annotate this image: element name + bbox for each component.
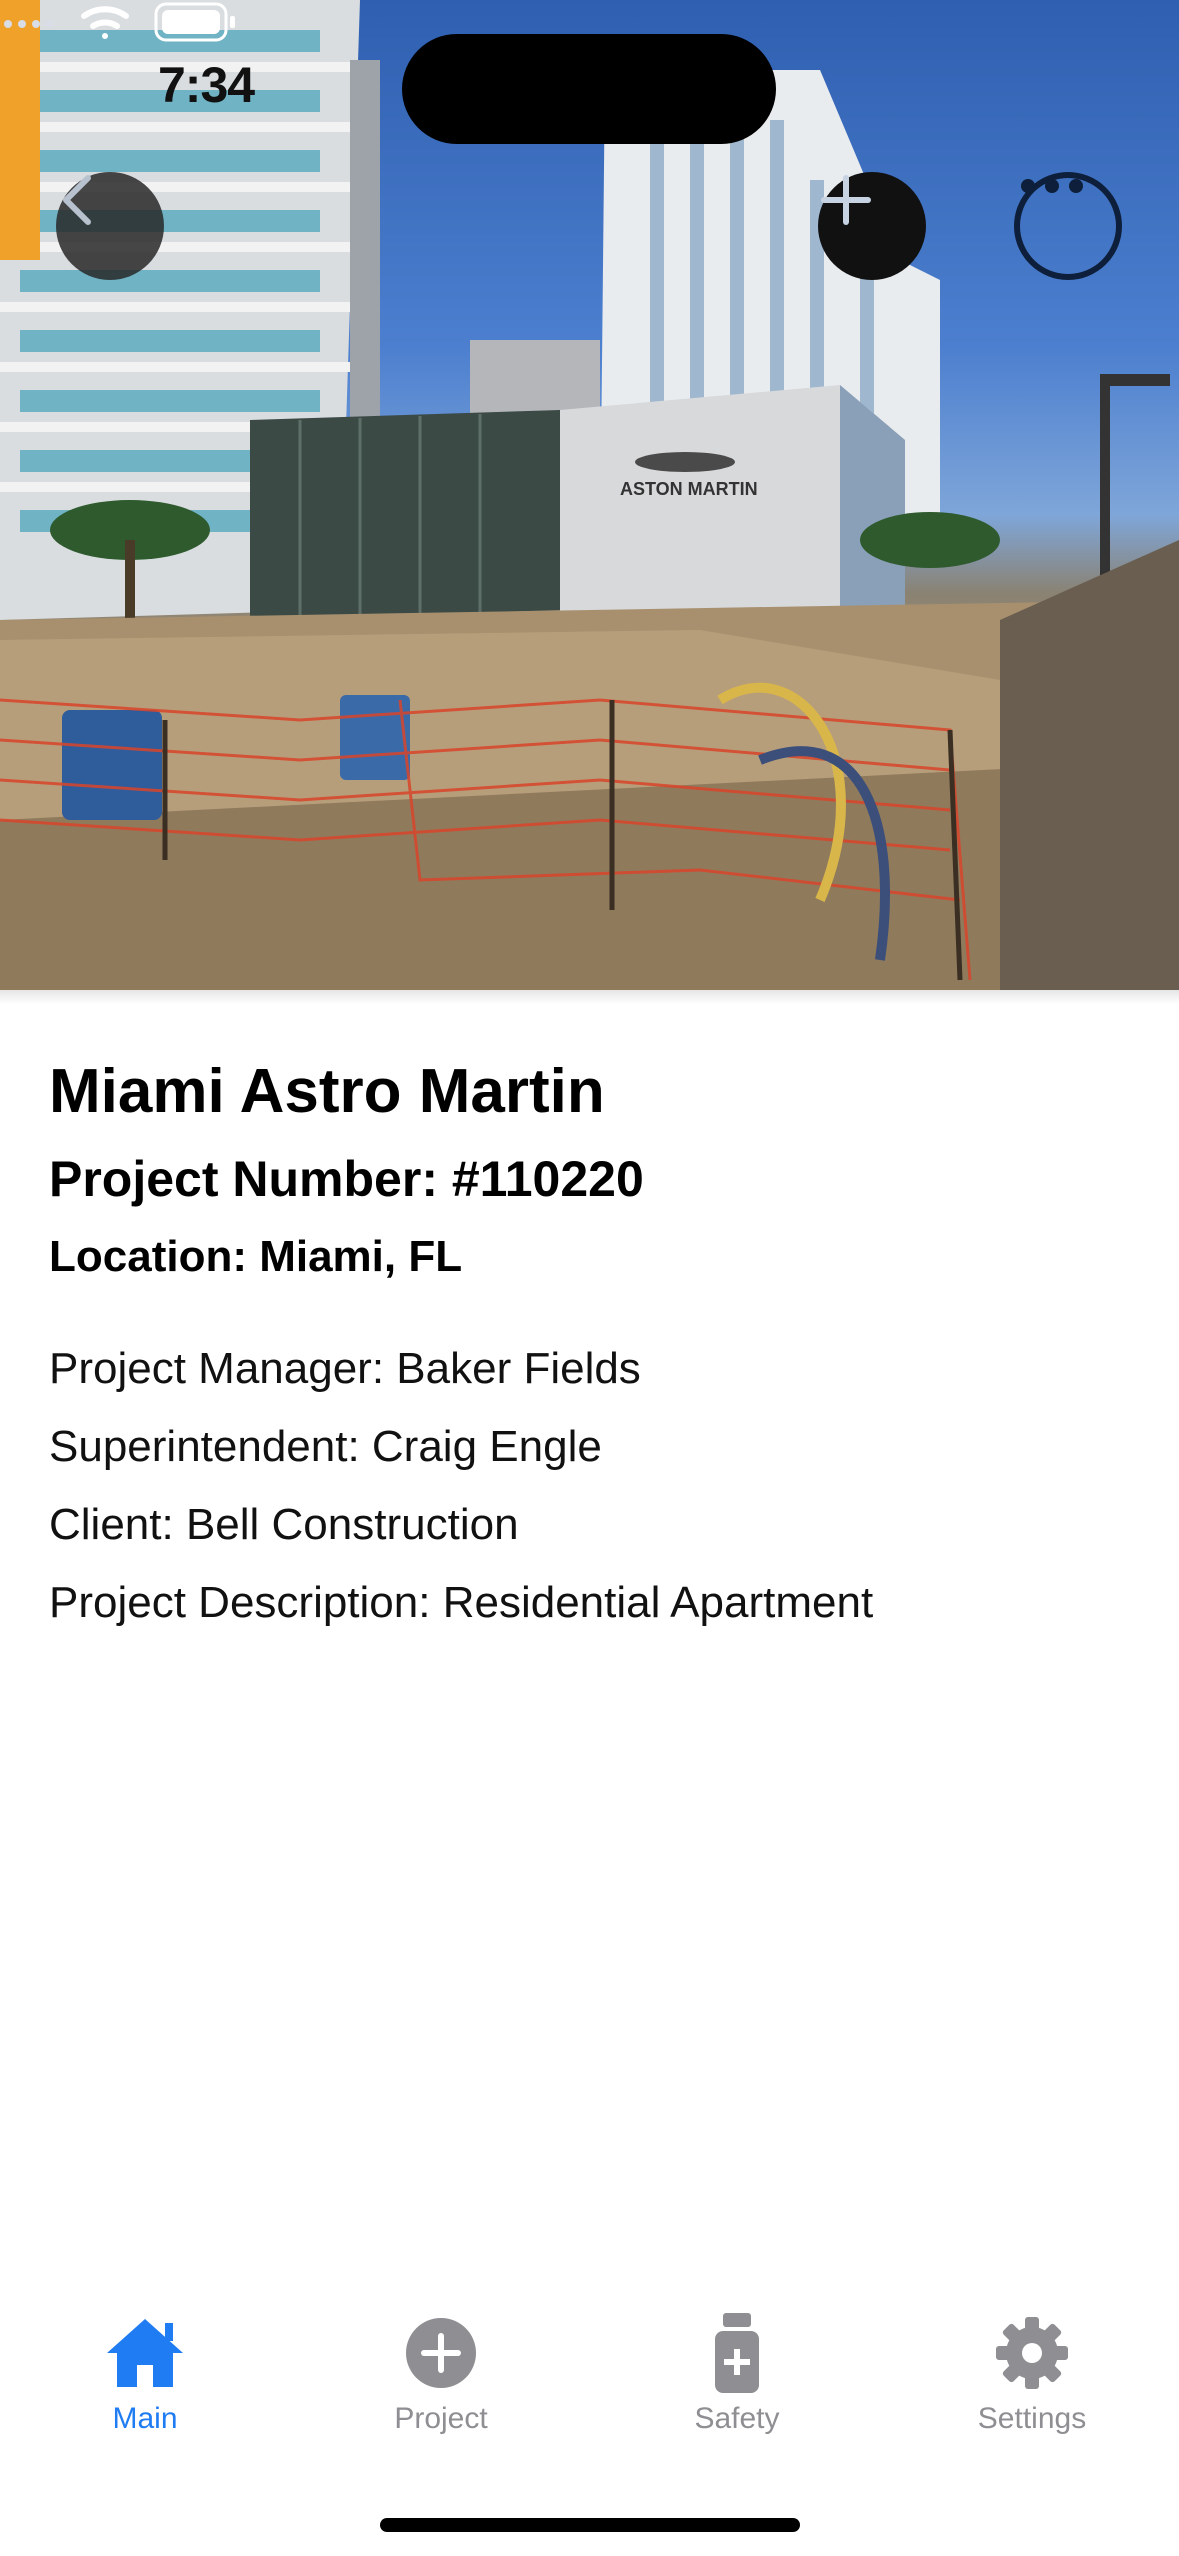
house-icon — [107, 2319, 183, 2387]
project-details: Miami Astro Martin Project Number: #1102… — [49, 1050, 1149, 1642]
project-location: Location: Miami, FL — [49, 1232, 463, 1281]
tab-settings-label: Settings — [977, 2402, 1087, 2435]
medicine-bottle-icon — [715, 2313, 759, 2393]
project-number: Project Number: #110220 — [49, 1151, 644, 1207]
signal-icon — [4, 20, 54, 28]
tab-project[interactable]: Project — [341, 2310, 541, 2460]
gear-icon — [996, 2317, 1068, 2389]
tab-safety[interactable]: Safety — [637, 2310, 837, 2460]
tab-main-label: Main — [112, 2402, 178, 2435]
plus-icon — [821, 175, 871, 225]
project-description: Project Description: Residential Apartme… — [49, 1578, 874, 1627]
plus-circle-icon — [406, 2318, 476, 2388]
add-button[interactable] — [818, 172, 926, 280]
back-button[interactable] — [56, 172, 164, 280]
construction-scene: ASTON MARTIN — [0, 0, 1179, 990]
dynamic-island — [402, 34, 776, 144]
battery-icon — [154, 2, 235, 42]
wifi-icon — [81, 6, 129, 39]
tab-main[interactable]: Main — [45, 2310, 245, 2460]
project-hero-photo: ASTON MARTIN 7:34 — [0, 0, 1179, 990]
project-info-list: Project Manager: Baker Fields Superinten… — [49, 1330, 1149, 1642]
tab-settings[interactable]: Settings — [932, 2310, 1132, 2460]
sign-text: ASTON MARTIN — [620, 479, 758, 499]
tab-project-label: Project — [394, 2402, 488, 2435]
home-indicator[interactable] — [380, 2518, 800, 2532]
status-time: 7:34 — [158, 57, 255, 113]
more-options-button[interactable] — [1014, 172, 1122, 280]
status-icons — [4, 2, 235, 42]
project-manager: Project Manager: Baker Fields — [49, 1344, 641, 1393]
ellipsis-icon — [1021, 179, 1083, 193]
hero-divider — [0, 990, 1179, 1004]
tab-safety-label: Safety — [694, 2402, 780, 2435]
chevron-left-icon — [63, 175, 91, 225]
superintendent: Superintendent: Craig Engle — [49, 1422, 602, 1471]
project-title: Miami Astro Martin — [49, 1057, 605, 1126]
tab-bar: Main Project Safety Settings — [0, 2310, 1179, 2470]
client: Client: Bell Construction — [49, 1500, 519, 1549]
